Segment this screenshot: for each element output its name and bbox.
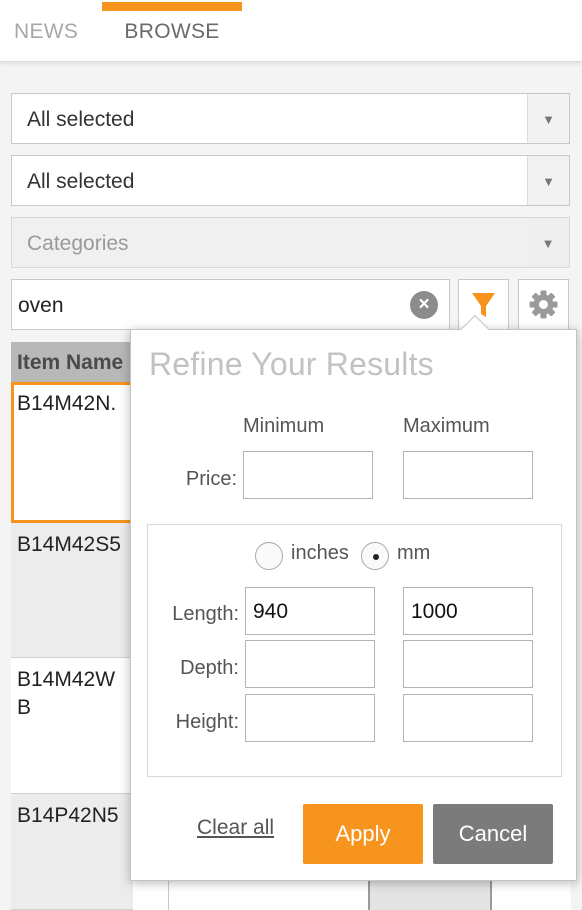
chevron-down-icon: ▼ bbox=[527, 218, 569, 267]
inches-radio[interactable] bbox=[255, 542, 283, 570]
table-row[interactable]: B14P42N5 bbox=[11, 794, 133, 910]
search-input[interactable]: oven × bbox=[11, 279, 450, 330]
length-max-value: 1000 bbox=[411, 600, 458, 623]
refine-results-popover: Refine Your Results Minimum Maximum Pric… bbox=[130, 329, 577, 881]
filter-select-2-value: All selected bbox=[27, 170, 135, 193]
length-label: Length: bbox=[172, 603, 239, 625]
price-max-field[interactable] bbox=[403, 451, 533, 499]
table-row[interactable]: B14M42S5 bbox=[11, 523, 133, 658]
chevron-down-icon: ▼ bbox=[527, 156, 569, 205]
mm-label[interactable]: mm bbox=[397, 542, 430, 565]
depth-label: Depth: bbox=[180, 657, 239, 679]
tab-browse[interactable]: BROWSE bbox=[102, 0, 242, 62]
search-value: oven bbox=[18, 294, 64, 317]
minimum-label: Minimum bbox=[243, 415, 325, 437]
clear-all-link[interactable]: Clear all bbox=[197, 816, 274, 840]
height-min-field[interactable] bbox=[245, 694, 375, 742]
refine-title: Refine Your Results bbox=[149, 346, 434, 382]
cancel-button[interactable]: Cancel bbox=[433, 804, 553, 864]
item-name-cell: B14M42S5 bbox=[17, 533, 121, 556]
tab-news[interactable]: NEWS bbox=[14, 0, 78, 62]
price-label: Price: bbox=[185, 468, 237, 490]
length-min-value: 940 bbox=[253, 600, 289, 623]
length-min-field[interactable]: 940 bbox=[245, 587, 375, 635]
item-name-cell: B14M42W B bbox=[17, 668, 116, 719]
gear-icon bbox=[529, 290, 558, 319]
chevron-down-icon: ▼ bbox=[527, 94, 569, 143]
tab-browse-label: BROWSE bbox=[124, 20, 220, 43]
radio-selected-dot bbox=[373, 554, 379, 560]
settings-button[interactable] bbox=[518, 279, 569, 330]
item-name-cell: B14M42N. bbox=[17, 392, 117, 415]
categories-select[interactable]: Categories ▼ bbox=[11, 217, 570, 268]
filter-select-2[interactable]: All selected ▼ bbox=[11, 155, 570, 206]
height-max-field[interactable] bbox=[403, 694, 533, 742]
depth-min-field[interactable] bbox=[245, 640, 375, 688]
table-row[interactable]: B14M42N. bbox=[11, 382, 133, 523]
active-tab-indicator bbox=[102, 2, 242, 11]
clear-x-icon[interactable]: × bbox=[410, 291, 438, 319]
depth-max-field[interactable] bbox=[403, 640, 533, 688]
table-row[interactable]: B14M42W B bbox=[11, 658, 133, 794]
item-name-cell: B14P42N5 bbox=[17, 804, 119, 827]
price-min-field[interactable] bbox=[243, 451, 373, 499]
height-label: Height: bbox=[175, 711, 239, 733]
top-tab-bar: NEWS BROWSE bbox=[0, 0, 582, 62]
categories-placeholder: Categories bbox=[27, 232, 129, 255]
filter-select-1-value: All selected bbox=[27, 108, 135, 131]
column-header-item-name[interactable]: Item Name bbox=[17, 342, 123, 384]
maximum-label: Maximum bbox=[403, 415, 490, 437]
apply-button[interactable]: Apply bbox=[303, 804, 423, 864]
filter-select-1[interactable]: All selected ▼ bbox=[11, 93, 570, 144]
length-max-field[interactable]: 1000 bbox=[403, 587, 533, 635]
mm-radio[interactable] bbox=[361, 542, 389, 570]
inches-label[interactable]: inches bbox=[291, 542, 349, 565]
